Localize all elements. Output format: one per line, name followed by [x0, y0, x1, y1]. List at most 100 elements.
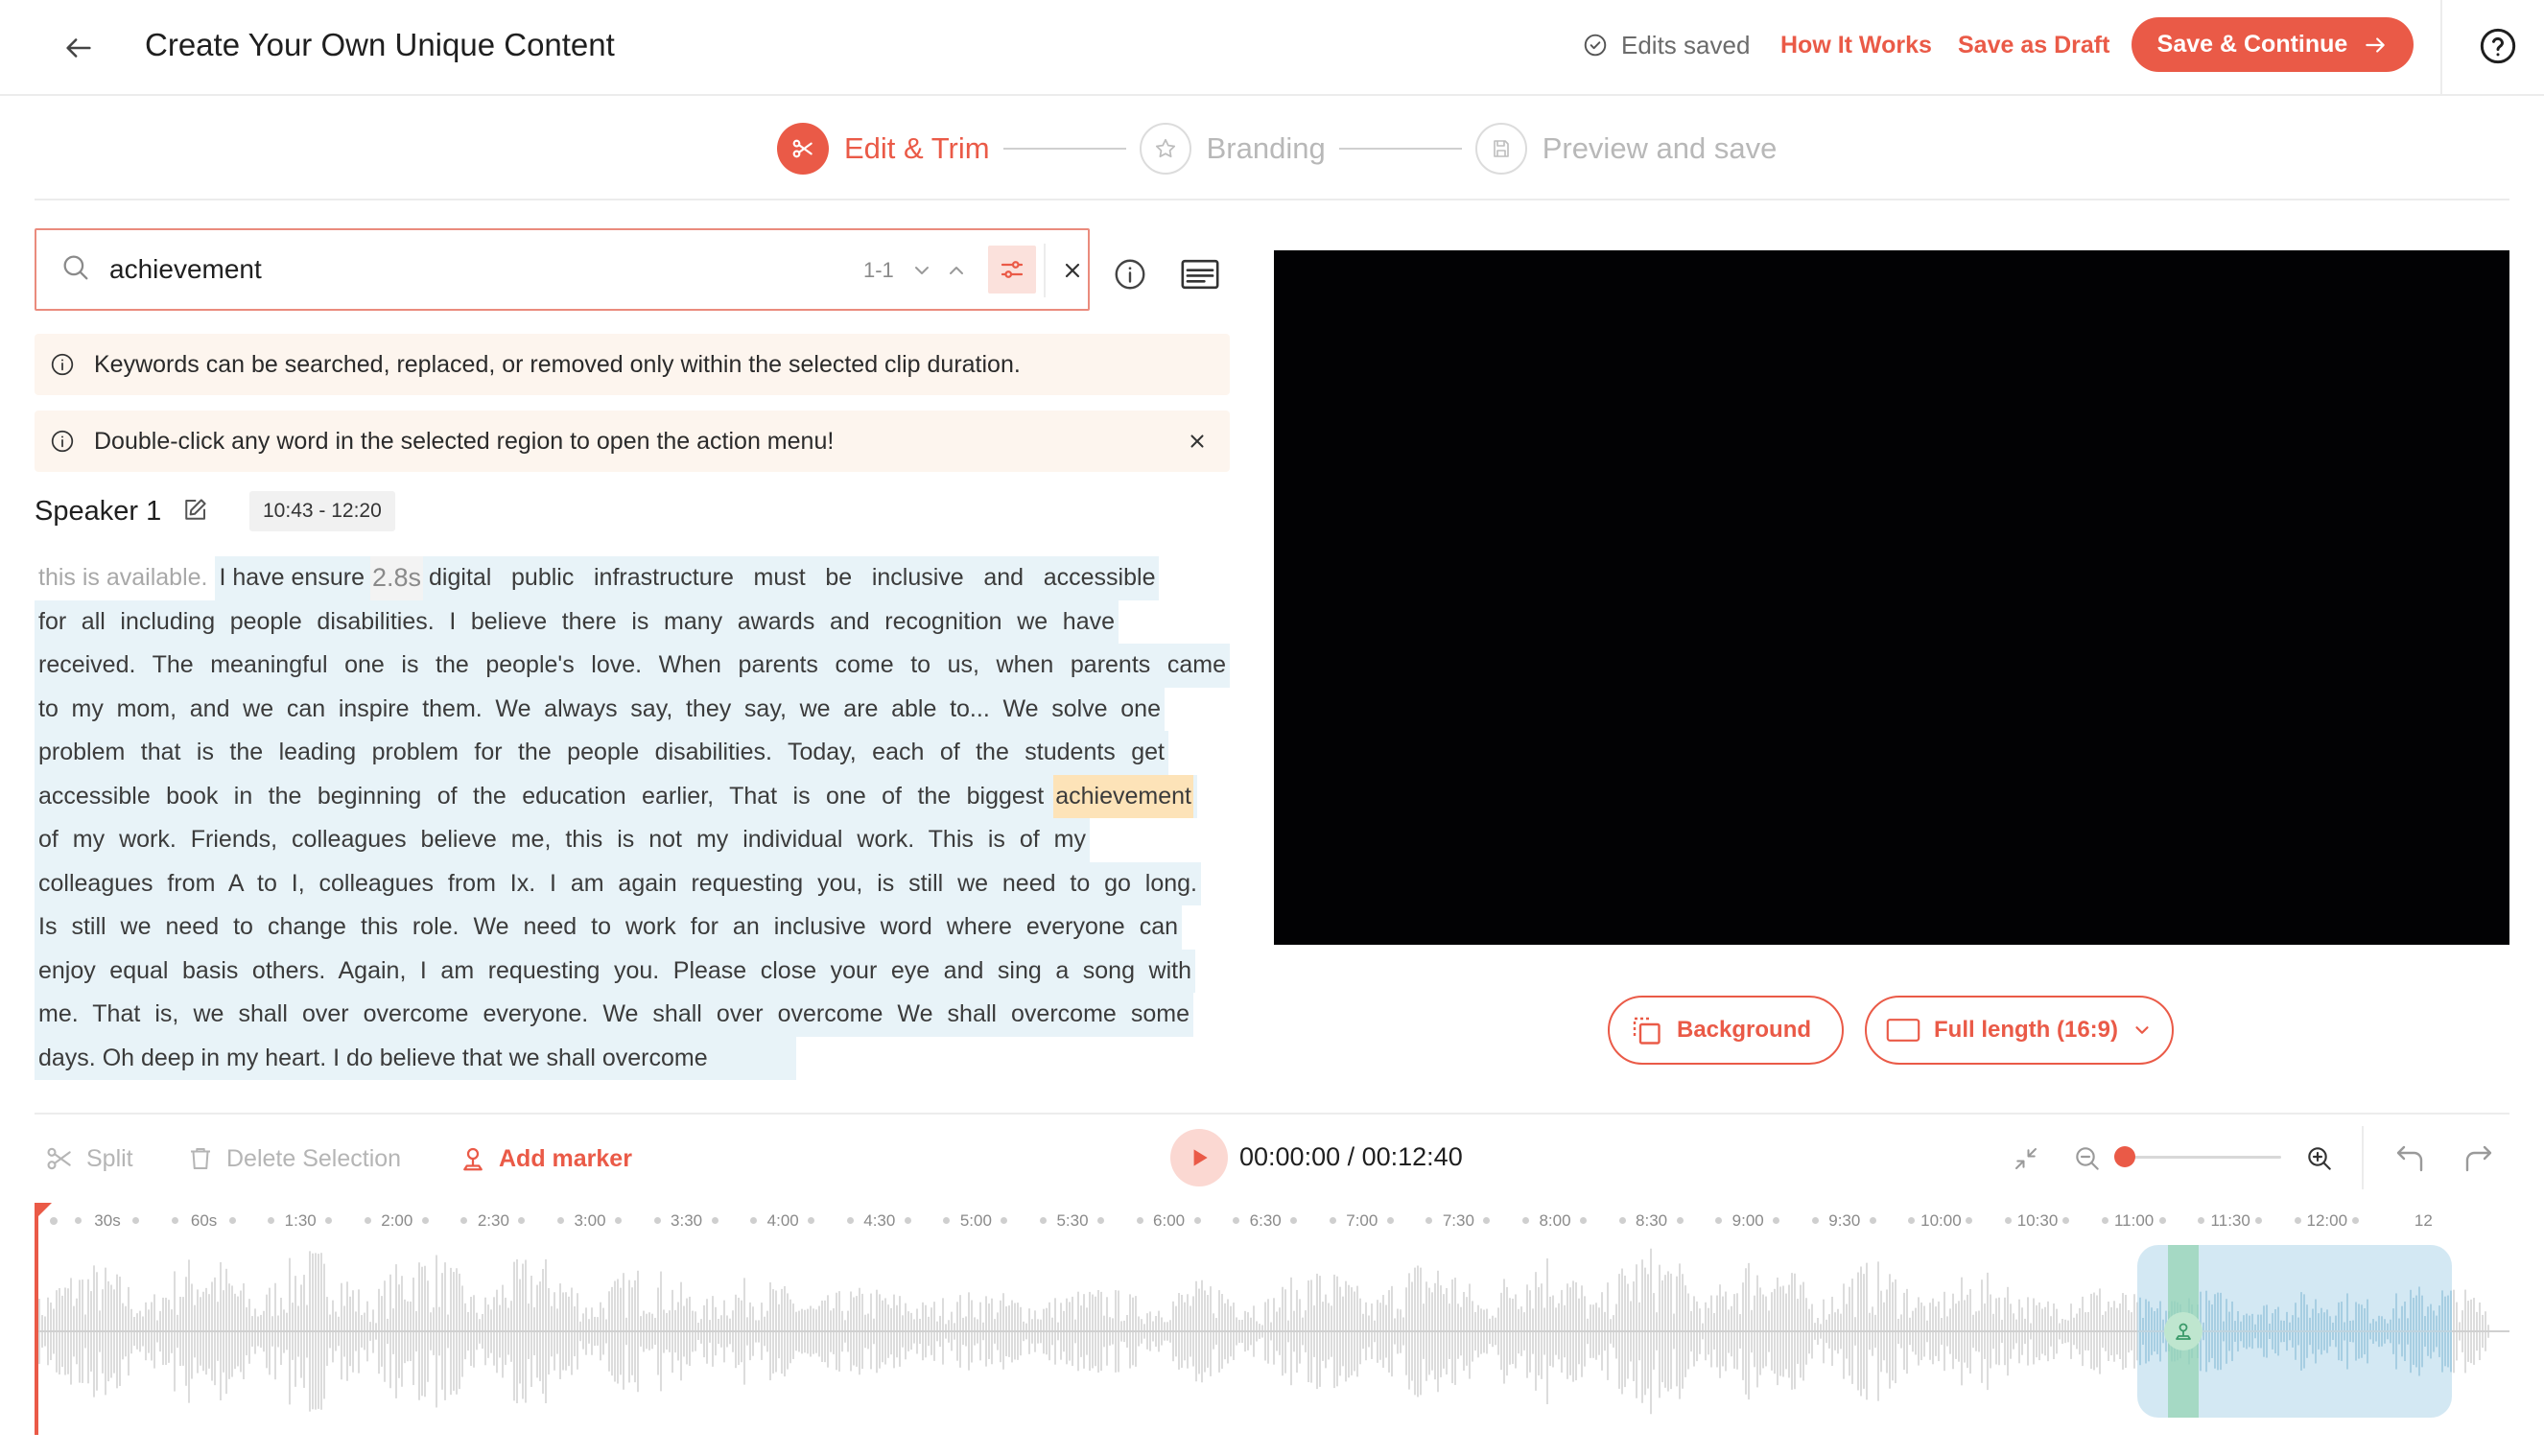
transcript-line[interactable]: to my mom, and we can inspire them. We a… — [35, 687, 1230, 731]
transcript-line[interactable]: for all including people disabilities. I… — [35, 599, 1230, 644]
transcript-segment[interactable]: to my mom, and we can inspire them. We a… — [35, 687, 1165, 731]
play-icon — [1193, 1149, 1208, 1166]
play-button[interactable] — [1170, 1129, 1228, 1186]
search-input[interactable] — [109, 247, 781, 292]
dismiss-notice-button[interactable] — [1178, 422, 1216, 460]
transcript-line[interactable]: problem that is the leading problem for … — [35, 731, 1230, 775]
transcript-line[interactable]: enjoy equal basis others. Again, I am re… — [35, 949, 1230, 993]
transcript-line[interactable]: received. The meaningful one is the peop… — [35, 644, 1230, 688]
transcript-panel[interactable]: this is available. I have ensure 2.8s di… — [35, 556, 1230, 1080]
transcript-segment[interactable]: colleagues from A to I, colleagues from … — [35, 861, 1201, 905]
transcript-line[interactable]: this is available. I have ensure 2.8s di… — [35, 556, 1230, 600]
transcript-segment[interactable]: problem that is the leading problem for … — [35, 731, 1168, 775]
timeline-tick-label: 9:30 — [1828, 1211, 1861, 1230]
timeline-ruler[interactable]: 30s 60s 1:30 2:00 2:30 3:00 3:30 4:00 4:30 5:00 5:… — [35, 1207, 2509, 1235]
split-button[interactable]: Split — [44, 1139, 133, 1178]
save-as-draft-link[interactable]: Save as Draft — [1958, 28, 2109, 62]
zoom-in-icon — [2308, 1147, 2331, 1170]
speaker-time-range: 10:43 - 12:20 — [249, 491, 395, 531]
keyword-search-box: 1-1 — [35, 228, 1090, 311]
floppy-disk-icon — [1493, 140, 1509, 157]
undo-button[interactable] — [2391, 1139, 2429, 1178]
transcript-segment[interactable]: I have ensure 2.8s digital public infras… — [215, 556, 1160, 600]
keyword-match-highlight[interactable]: achievement — [1053, 774, 1193, 818]
timeline-tick-dot — [1483, 1217, 1491, 1224]
collapse-button[interactable] — [2007, 1139, 2045, 1178]
timeline-tick-label: 9:00 — [1731, 1211, 1764, 1230]
timeline-tick-dot — [2005, 1217, 2012, 1224]
transcript-text[interactable]: I have ensure — [219, 556, 365, 600]
stepper-divider — [35, 199, 2509, 200]
transcript-text[interactable]: digital public infrastructure must be in… — [429, 556, 1155, 600]
aspect-ratio-dropdown[interactable]: Full length (16:9) — [1865, 996, 2174, 1065]
chevron-up-icon — [950, 267, 963, 274]
transcript-line[interactable]: days. Oh deep in my heart. I do believe … — [35, 1036, 1230, 1080]
help-icon[interactable] — [2479, 27, 2517, 65]
pause-gap-badge[interactable]: 2.8s — [369, 556, 424, 600]
timeline-tick-dot — [132, 1217, 139, 1224]
info-icon[interactable] — [1113, 257, 1147, 292]
transcript-line[interactable]: of my work. Friends, colleagues believe … — [35, 818, 1230, 862]
transcript-segment[interactable]: days. Oh deep in my heart. I do believe … — [35, 1036, 796, 1080]
saved-status: Edits saved — [1583, 28, 1750, 62]
add-marker-button[interactable]: Add marker — [459, 1139, 632, 1178]
timeline-tick-dot — [228, 1217, 236, 1224]
previous-match-button[interactable] — [940, 253, 973, 288]
step-preview-save[interactable]: Preview and save — [1474, 123, 1777, 175]
transcript-segment[interactable]: for all including people disabilities. I… — [35, 599, 1119, 644]
timeline-tick-dot — [325, 1217, 333, 1224]
transcript-text[interactable]: accessible book in the beginning of the … — [38, 775, 1053, 819]
saved-status-text: Edits saved — [1621, 31, 1751, 59]
transcript-segment[interactable]: accessible book in the beginning of the … — [35, 774, 1197, 819]
next-match-button[interactable] — [906, 253, 938, 288]
transcript-segment[interactable]: received. The meaningful one is the peop… — [35, 644, 1230, 688]
edit-icon[interactable] — [180, 496, 209, 525]
timeline-tick-dot — [1869, 1217, 1876, 1224]
zoom-in-button[interactable] — [2300, 1139, 2339, 1178]
scissors-icon — [792, 139, 813, 158]
redo-button[interactable] — [2460, 1139, 2498, 1178]
how-it-works-link[interactable]: How It Works — [1780, 28, 1932, 62]
timeline-tick-label: 2:00 — [381, 1211, 413, 1230]
zoom-out-icon — [2076, 1147, 2099, 1170]
toolbar-separator — [2362, 1126, 2364, 1189]
playhead[interactable] — [35, 1203, 38, 1435]
delete-selection-label: Delete Selection — [226, 1144, 402, 1172]
playback-time: 00:00:00 / 00:12:40 — [1239, 1142, 1463, 1171]
save-continue-button[interactable]: Save & Continue — [2132, 17, 2414, 72]
transcript-segment[interactable]: enjoy equal basis others. Again, I am re… — [35, 949, 1195, 993]
transcript-line[interactable]: colleagues from A to I, colleagues from … — [35, 861, 1230, 905]
background-button[interactable]: Background — [1608, 996, 1844, 1065]
zoom-slider-thumb[interactable] — [2114, 1146, 2135, 1167]
timeline-tick-dot — [518, 1217, 526, 1224]
step-preview-circle — [1474, 123, 1527, 175]
transcript-segment[interactable]: Is still we need to change this role. We… — [35, 905, 1182, 950]
speaker-name: Speaker 1 — [35, 496, 162, 527]
subtitles-icon[interactable] — [1180, 259, 1220, 290]
timeline-tick-dot — [904, 1217, 911, 1224]
timeline-tick-dot — [2255, 1217, 2263, 1224]
zoom-out-button[interactable] — [2068, 1139, 2107, 1178]
step-branding[interactable]: Branding — [1139, 123, 1326, 175]
transcript-line[interactable]: accessible book in the beginning of the … — [35, 774, 1230, 819]
step-edit-trim[interactable]: Edit & Trim — [777, 123, 990, 175]
search-separator — [1044, 244, 1046, 297]
save-continue-label: Save & Continue — [2156, 31, 2348, 58]
back-button[interactable] — [58, 27, 100, 69]
timeline-tick-label: 7:00 — [1346, 1211, 1378, 1230]
clear-search-button[interactable] — [1053, 251, 1092, 290]
timeline-tick-dot — [1233, 1217, 1240, 1224]
transcript-segment[interactable]: me. That is, we shall over overcome ever… — [35, 993, 1193, 1037]
playhead-handle[interactable] — [35, 1203, 52, 1220]
delete-selection-button[interactable]: Delete Selection — [186, 1139, 401, 1178]
timeline-tick-label: 4:00 — [766, 1211, 799, 1230]
check-circle-icon — [1584, 34, 1607, 57]
transcript-line[interactable]: me. That is, we shall over overcome ever… — [35, 993, 1230, 1037]
transcript-line[interactable]: Is still we need to change this role. We… — [35, 905, 1230, 950]
transcript-segment[interactable]: of my work. Friends, colleagues believe … — [35, 818, 1090, 862]
zoom-slider-track[interactable] — [2124, 1156, 2281, 1159]
transcript-text-outside-clip[interactable]: this is available. — [35, 556, 211, 600]
video-preview[interactable] — [1274, 250, 2509, 945]
search-filter-button[interactable] — [988, 246, 1036, 294]
clip-marker-handle[interactable] — [2164, 1312, 2202, 1350]
